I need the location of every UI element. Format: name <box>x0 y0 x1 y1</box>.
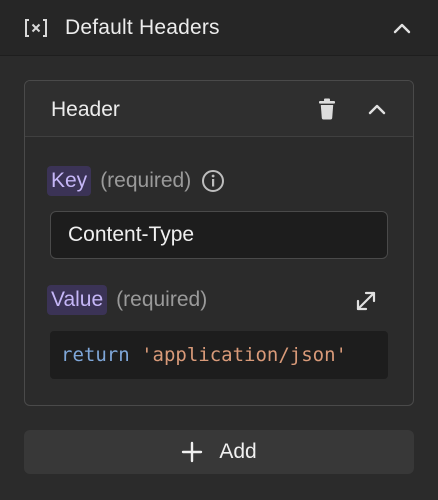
chevron-up-icon[interactable] <box>390 16 414 40</box>
add-button-label: Add <box>219 440 257 463</box>
section-title: Default Headers <box>65 16 220 39</box>
key-label: Key <box>47 166 92 196</box>
value-label-row: Value (required) <box>47 283 207 317</box>
code-keyword: return <box>61 344 130 366</box>
value-required-text: (required) <box>116 288 208 311</box>
key-required-text: (required) <box>100 169 192 192</box>
info-icon[interactable] <box>201 169 225 193</box>
code-string: 'application/json' <box>141 344 347 366</box>
default-headers-panel: Default Headers Header Key (required) Co… <box>0 0 438 500</box>
header-card-title: Header <box>51 98 120 121</box>
variable-brackets-icon <box>22 16 50 40</box>
value-label: Value <box>47 285 108 315</box>
trash-icon[interactable] <box>315 97 339 121</box>
header-collapse-chevron-icon[interactable] <box>365 97 389 121</box>
key-label-row: Key (required) <box>47 164 225 198</box>
plus-icon <box>181 441 203 463</box>
header-card-titlebar[interactable]: Header <box>25 81 413 137</box>
header-card: Header Key (required) Content-Type Value… <box>24 80 414 406</box>
key-input[interactable] <box>50 211 388 259</box>
section-header[interactable]: Default Headers <box>0 0 438 56</box>
expand-icon[interactable] <box>353 288 379 314</box>
add-header-button[interactable]: Add <box>24 430 414 474</box>
value-code-editor[interactable]: return 'application/json' <box>50 331 388 379</box>
